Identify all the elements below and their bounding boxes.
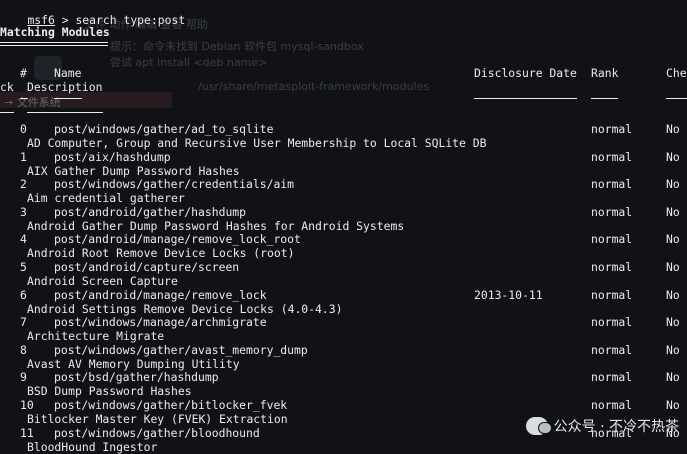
module-rank: normal <box>591 122 633 136</box>
module-name: post/android/manage/remove_lock <box>54 287 267 302</box>
module-check: No <box>666 287 680 302</box>
header-rule <box>27 112 103 113</box>
module-description: AD Computer, Group and Recursive User Me… <box>27 136 487 150</box>
header-rule <box>0 112 14 113</box>
module-description: Architecture Migrate <box>27 329 165 344</box>
module-name: post/android/capture/screen <box>54 260 240 274</box>
module-num: 2 <box>20 177 27 192</box>
module-check: No <box>666 370 680 385</box>
module-check: No <box>666 232 680 247</box>
module-description: AIX Gather Dump Password Hashes <box>27 163 240 178</box>
module-num: 6 <box>20 287 27 302</box>
wechat-icon <box>525 417 552 435</box>
header-name: Name <box>54 66 82 80</box>
module-name: post/windows/gather/ad_to_sqlite <box>54 122 274 136</box>
module-name: post/android/gather/hashdump <box>54 204 247 219</box>
module-rank: normal <box>591 232 633 247</box>
module-rank: normal <box>591 370 633 385</box>
module-check: No <box>666 260 680 274</box>
module-description: Bitlocker Master Key (FVEK) Extraction <box>27 412 288 426</box>
header-num: # <box>20 66 27 80</box>
module-num: 7 <box>20 315 27 330</box>
module-name: post/windows/gather/bloodhound <box>54 425 260 440</box>
header-description: Description <box>27 80 103 94</box>
module-num: 3 <box>20 204 27 219</box>
header-rule <box>54 98 82 99</box>
module-rank: normal <box>591 260 633 274</box>
module-num: 8 <box>20 342 27 357</box>
module-num: 10 <box>20 398 34 412</box>
header-rule <box>474 98 577 99</box>
module-name: post/android/manage/remove_lock_root <box>54 232 301 247</box>
module-name: post/aix/hashdump <box>54 149 171 164</box>
module-num: 9 <box>20 370 27 385</box>
module-num: 4 <box>20 232 27 247</box>
section-underline <box>0 45 108 46</box>
module-check: No <box>666 342 680 357</box>
header-rank: Rank <box>591 66 619 80</box>
module-rank: normal <box>591 204 633 219</box>
module-description: Android Gather Dump Password Hashes for … <box>27 218 405 233</box>
module-check: No <box>666 177 680 192</box>
module-check: No <box>666 398 680 412</box>
header-check-wrap: ck <box>0 80 14 94</box>
module-num: 1 <box>20 149 27 164</box>
watermark-text: 公众号 · 不冷不热茶 <box>553 419 679 435</box>
header-rule <box>591 98 618 99</box>
module-num: 5 <box>20 260 27 274</box>
module-name: post/windows/gather/avast_memory_dump <box>54 342 308 357</box>
module-check: No <box>666 149 680 164</box>
module-num: 0 <box>20 122 27 136</box>
module-description: BloodHound Ingestor <box>27 439 158 454</box>
module-description: BSD Dump Password Hashes <box>27 384 192 399</box>
module-date: 2013-10-11 <box>474 287 543 302</box>
section-title: Matching Modules <box>0 25 110 39</box>
module-rank: normal <box>591 177 633 192</box>
header-disclosure: Disclosure Date <box>474 66 577 80</box>
watermark: 公众号 · 不冷不热茶 <box>525 413 679 439</box>
module-description: Android Root Remove Device Locks (root) <box>27 246 295 261</box>
module-description: Avast AV Memory Dumping Utility <box>27 356 240 371</box>
module-num: 11 <box>20 425 34 440</box>
module-rank: normal <box>591 149 633 164</box>
module-check: No <box>666 122 680 136</box>
header-check: Che <box>666 66 687 80</box>
module-name: post/bsd/gather/hashdump <box>54 370 219 385</box>
module-description: Aim credential gatherer <box>27 191 185 206</box>
section-underline <box>0 42 108 43</box>
module-rank: normal <box>591 315 633 330</box>
module-check: No <box>666 204 680 219</box>
module-description: Android Screen Capture <box>27 274 178 288</box>
module-name: post/windows/gather/bitlocker_fvek <box>54 398 288 412</box>
module-rank: normal <box>591 398 633 412</box>
module-check: No <box>666 315 680 330</box>
module-description: Android Settings Remove Device Locks (4.… <box>27 301 343 316</box>
module-rank: normal <box>591 342 633 357</box>
module-rank: normal <box>591 287 633 302</box>
header-rule <box>666 98 687 99</box>
header-rule <box>20 98 28 99</box>
terminal-window[interactable]: msf6 > search type:post Matching Modules… <box>0 0 687 454</box>
module-name: post/windows/manage/archmigrate <box>54 315 267 330</box>
module-name: post/windows/gather/credentials/aim <box>54 177 295 192</box>
